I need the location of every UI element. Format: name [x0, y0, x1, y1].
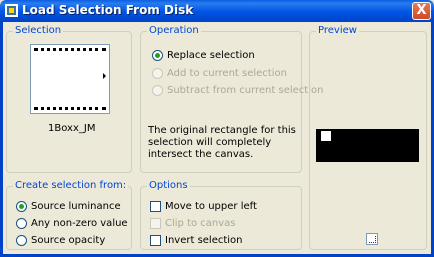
replace-selection-radio[interactable] [152, 50, 163, 61]
invert-selection-checkbox[interactable] [150, 235, 161, 246]
window-title: Load Selection From Disk [22, 3, 194, 17]
preview-canvas [316, 129, 419, 162]
subtract-selection-radio[interactable] [152, 85, 163, 96]
preview-group-title: Preview [316, 25, 359, 37]
title-bar: Load Selection From Disk X [0, 0, 434, 22]
source-opacity-label[interactable]: Source opacity [31, 235, 105, 247]
selection-file-name: 1Boxx_JM [48, 123, 96, 134]
selection-group-title: Selection [13, 25, 64, 37]
preview-selection-box [321, 131, 331, 141]
operation-description: The original rectangle for this selectio… [148, 125, 296, 160]
source-luminance-label[interactable]: Source luminance [31, 201, 121, 213]
create-from-group-title: Create selection from: [13, 180, 129, 192]
invert-selection-label[interactable]: Invert selection [165, 235, 243, 247]
source-opacity-radio[interactable] [16, 235, 27, 246]
options-group-title: Options [147, 180, 190, 192]
any-non-zero-label[interactable]: Any non-zero value [31, 218, 128, 230]
selection-thumbnail-image [34, 48, 106, 110]
clip-to-canvas-checkbox[interactable] [150, 218, 161, 229]
move-upper-left-label[interactable]: Move to upper left [165, 201, 257, 213]
resize-grip-icon[interactable] [366, 233, 378, 245]
close-icon: X [416, 3, 427, 18]
app-icon [5, 4, 18, 17]
operation-group-title: Operation [147, 25, 201, 37]
selection-thumbnail[interactable] [30, 44, 110, 114]
any-non-zero-radio[interactable] [16, 218, 27, 229]
subtract-selection-label[interactable]: Subtract from current selection [167, 85, 323, 97]
replace-selection-label[interactable]: Replace selection [167, 50, 255, 62]
thumbnail-dropdown-icon [103, 73, 106, 79]
move-upper-left-checkbox[interactable] [150, 201, 161, 212]
source-luminance-radio[interactable] [16, 201, 27, 212]
add-to-selection-label[interactable]: Add to current selection [167, 68, 287, 80]
add-to-selection-radio[interactable] [152, 68, 163, 79]
clip-to-canvas-label[interactable]: Clip to canvas [165, 218, 236, 230]
close-button[interactable]: X [412, 2, 431, 20]
